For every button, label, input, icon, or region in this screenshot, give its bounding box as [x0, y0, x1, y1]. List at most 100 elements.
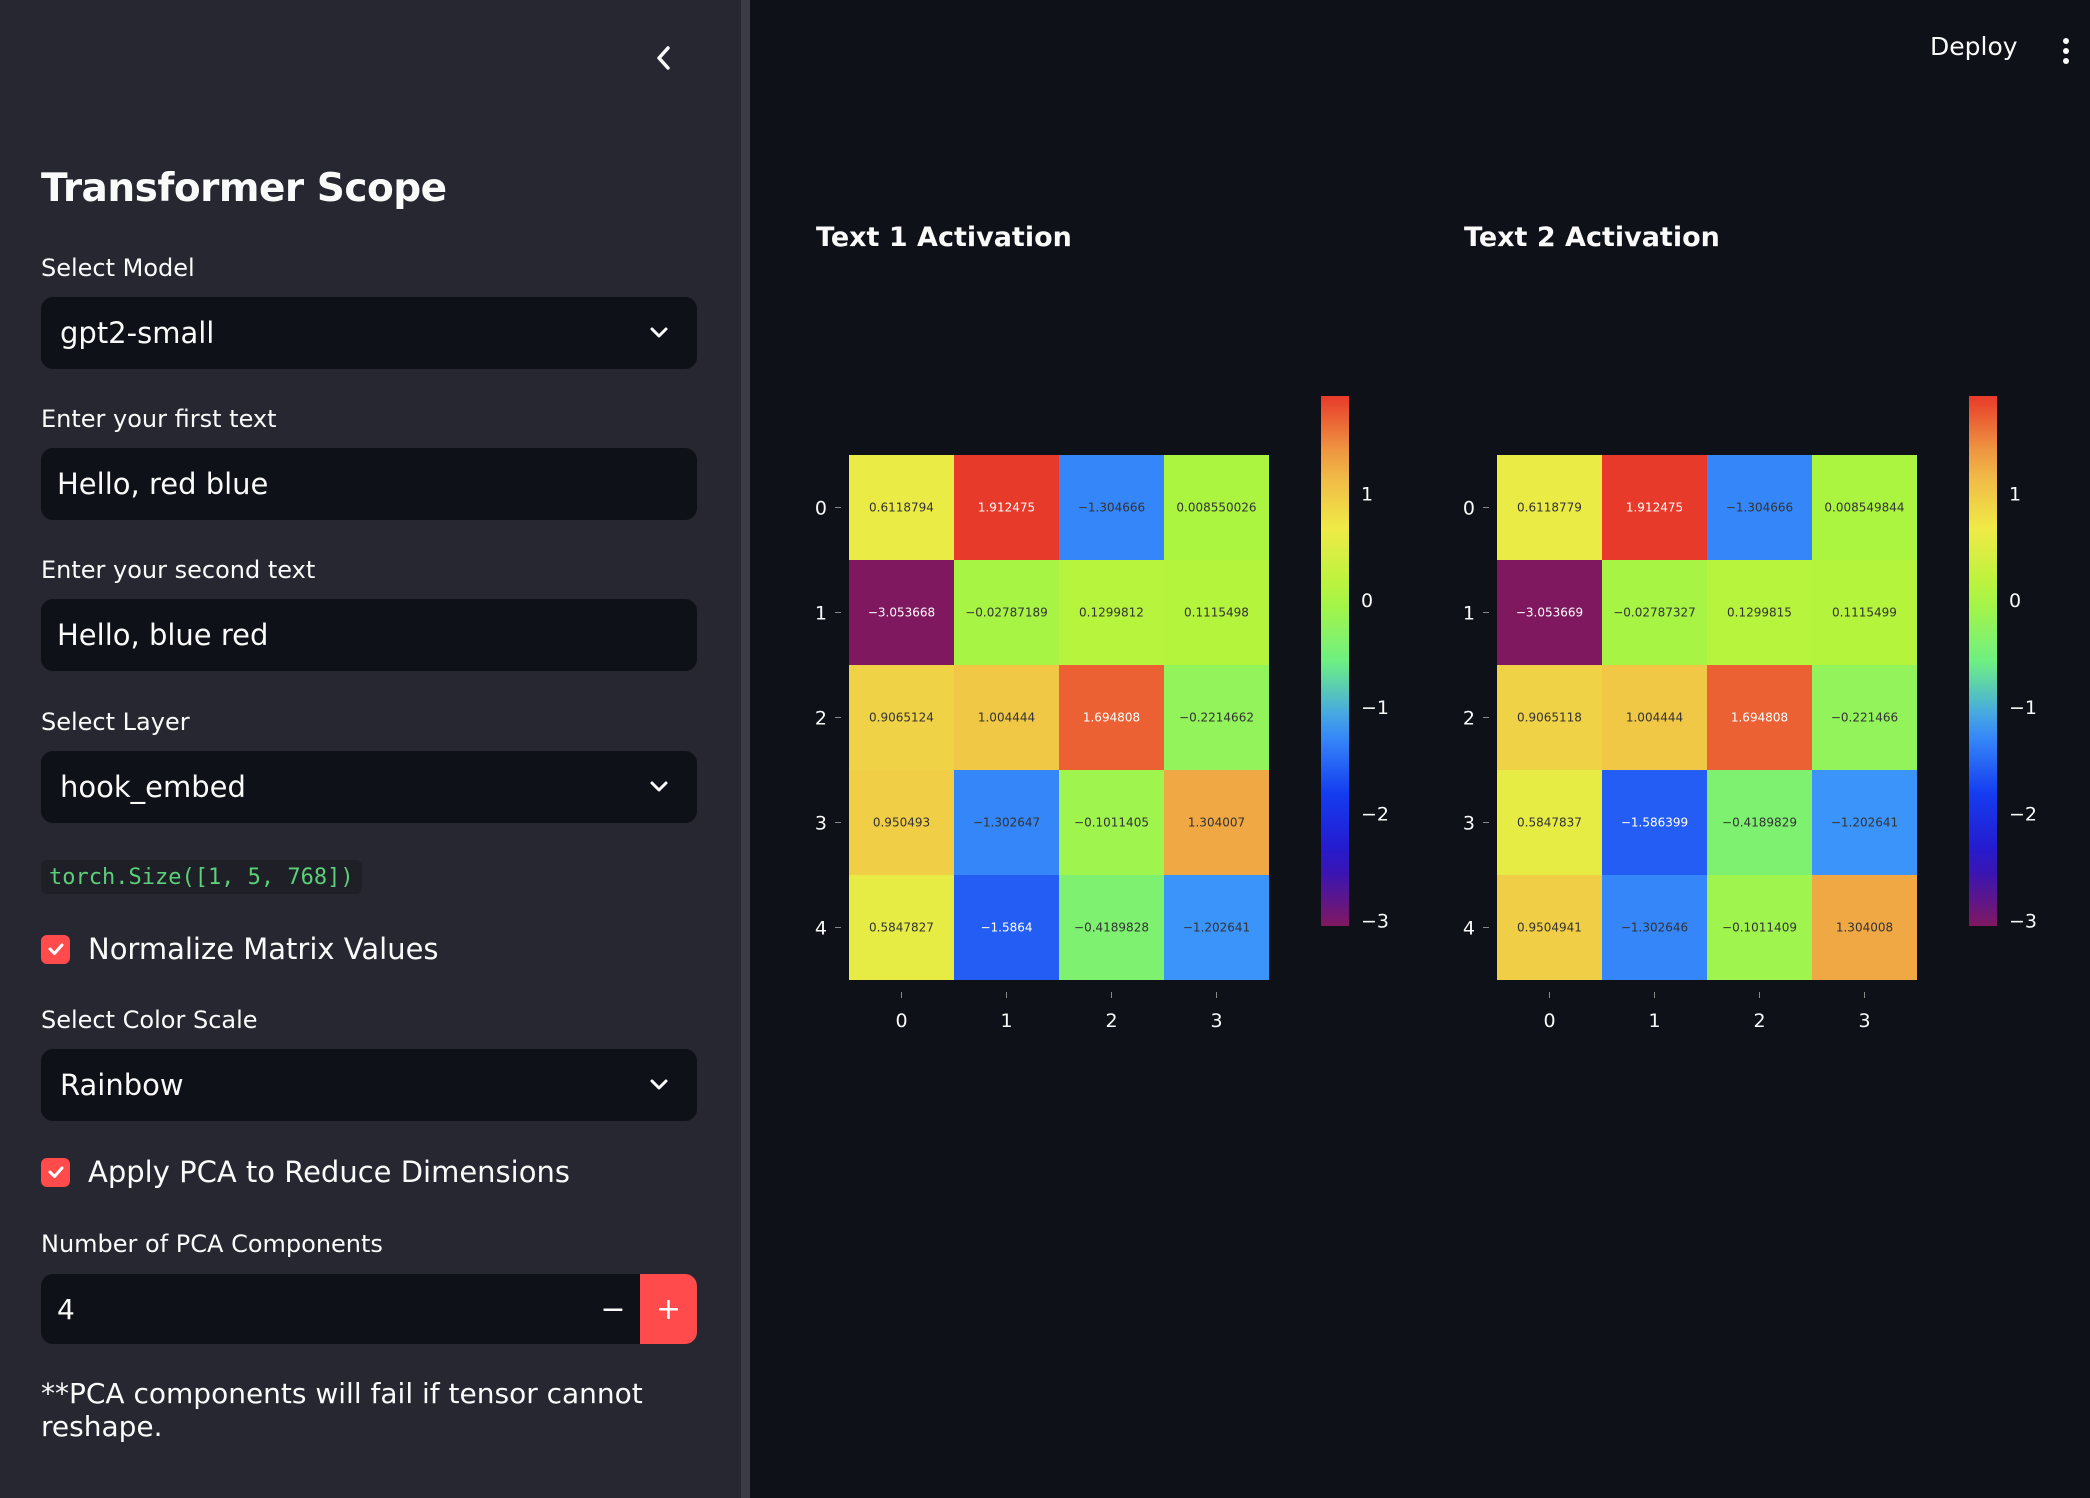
colorbar-tick-label: −2 [2009, 804, 2037, 826]
cell-value-label: −0.4189829 [1722, 816, 1797, 830]
cell-value-label: −0.221466 [1831, 711, 1898, 725]
x-tick-label: 1 [1648, 1010, 1660, 1032]
cell-value-label: 0.008549844 [1824, 501, 1904, 515]
pca-components-input[interactable]: 4 [41, 1274, 586, 1344]
colorbar-tick-label: 0 [1361, 590, 1373, 612]
pca-components-stepper: 4 − + [41, 1274, 697, 1344]
tensor-shape-code: torch.Size([1, 5, 768]) [41, 860, 362, 894]
colorbar-tick-label: −2 [1361, 804, 1389, 826]
cell-value-label: 1.912475 [978, 501, 1035, 515]
model-select-value: gpt2-small [60, 316, 215, 350]
heatmap-text2: 0.6118779 1.912475 −1.304666 0.008549844 −3.… [1463, 396, 2037, 1032]
chevron-down-icon [650, 327, 668, 338]
y-tick-label: 4 [1463, 918, 1475, 940]
cell-value-label: 0.5847827 [869, 921, 934, 935]
colorbar-tick-label: 0 [2009, 590, 2021, 612]
pca-checkbox-row[interactable]: Apply PCA to Reduce Dimensions [41, 1155, 570, 1189]
x-tick-label: 2 [1105, 1010, 1117, 1032]
y-tick-label: 1 [1463, 603, 1475, 625]
heatmap-text1: 0.6118794 1.912475 −1.304666 0.008550026 −3.… [815, 396, 1389, 1032]
x-tick-label: 2 [1753, 1010, 1765, 1032]
model-select[interactable]: gpt2-small [41, 297, 697, 369]
cell-value-label: −0.1011409 [1722, 921, 1797, 935]
text1-input[interactable]: Hello, red blue [41, 448, 697, 520]
x-tick-label: 0 [1543, 1010, 1555, 1032]
cell-value-label: 0.5847837 [1517, 816, 1582, 830]
cell-value-label: 0.6118794 [869, 501, 934, 515]
checkmark-icon [48, 943, 63, 955]
increment-button[interactable]: + [640, 1274, 697, 1344]
y-tick-label: 2 [815, 708, 827, 730]
y-tick-label: 0 [815, 498, 827, 520]
colorscale-label: Select Color Scale [41, 1006, 258, 1034]
app-title: Transformer Scope [41, 166, 447, 211]
chevron-down-icon [650, 1079, 668, 1090]
cell-value-label: 0.1299812 [1079, 606, 1144, 620]
layer-select-value: hook_embed [60, 770, 246, 804]
text2-input[interactable]: Hello, blue red [41, 599, 697, 671]
cell-value-label: 1.004444 [978, 711, 1035, 725]
text1-label: Enter your first text [41, 405, 277, 433]
cell-value-label: 0.008550026 [1176, 501, 1256, 515]
y-tick-label: 0 [1463, 498, 1475, 520]
text1-input-value: Hello, red blue [57, 467, 269, 501]
cell-value-label: −1.304666 [1726, 501, 1793, 515]
pca-components-label: Number of PCA Components [41, 1230, 383, 1258]
layer-select[interactable]: hook_embed [41, 751, 697, 823]
y-tick-label: 3 [815, 813, 827, 835]
cell-value-label: 0.1299815 [1727, 606, 1792, 620]
cell-value-label: −0.2214662 [1179, 711, 1254, 725]
cell-value-label: −1.586399 [1621, 816, 1688, 830]
cell-value-label: 0.1115499 [1832, 606, 1897, 620]
pca-checkbox[interactable] [41, 1157, 70, 1187]
y-tick-label: 2 [1463, 708, 1475, 730]
y-tick-label: 3 [1463, 813, 1475, 835]
deploy-button[interactable]: Deploy [1930, 32, 2018, 61]
x-tick-label: 3 [1210, 1010, 1222, 1032]
kebab-menu-icon [2063, 38, 2069, 44]
y-tick-label: 1 [815, 603, 827, 625]
sidebar-resize-handle[interactable] [741, 0, 750, 1498]
pca-label: Apply PCA to Reduce Dimensions [88, 1155, 570, 1189]
model-label: Select Model [41, 254, 195, 282]
colorscale-select[interactable]: Rainbow [41, 1049, 697, 1121]
cell-value-label: −0.02787189 [965, 606, 1048, 620]
cell-value-label: 0.6118779 [1517, 501, 1582, 515]
cell-value-label: 1.912475 [1626, 501, 1683, 515]
x-tick-label: 1 [1000, 1010, 1012, 1032]
text2-input-value: Hello, blue red [57, 618, 269, 652]
cell-value-label: 1.694808 [1083, 711, 1140, 725]
cell-value-label: 0.1115498 [1184, 606, 1249, 620]
x-tick-label: 0 [895, 1010, 907, 1032]
cell-value-label: 0.9504941 [1517, 921, 1582, 935]
colorbar [1321, 396, 1349, 926]
cell-value-label: 1.694808 [1731, 711, 1788, 725]
decrement-button[interactable]: − [586, 1274, 640, 1344]
colorbar-tick-label: −3 [1361, 910, 1389, 932]
x-tick-label: 3 [1858, 1010, 1870, 1032]
cell-value-label: 1.304008 [1836, 921, 1893, 935]
cell-value-label: −3.053669 [1516, 606, 1583, 620]
pca-components-value: 4 [57, 1292, 75, 1326]
cell-value-label: 0.9065124 [869, 711, 934, 725]
main-menu-button[interactable] [2052, 34, 2080, 68]
layer-label: Select Layer [41, 708, 190, 736]
cell-value-label: −0.02787327 [1613, 606, 1696, 620]
cell-value-label: −1.304666 [1078, 501, 1145, 515]
cell-value-label: −0.4189828 [1074, 921, 1149, 935]
cell-value-label: 1.004444 [1626, 711, 1683, 725]
cell-value-label: −0.1011405 [1074, 816, 1149, 830]
y-tick-label: 4 [815, 918, 827, 940]
normalize-checkbox[interactable] [41, 934, 70, 964]
checkmark-icon [48, 1166, 63, 1178]
collapse-sidebar-button[interactable] [648, 40, 680, 76]
chevron-down-icon [650, 781, 668, 792]
cell-value-label: 0.950493 [873, 816, 930, 830]
normalize-checkbox-row[interactable]: Normalize Matrix Values [41, 932, 439, 966]
sidebar: Transformer Scope Select Model gpt2-smal… [0, 0, 741, 1498]
cell-value-label: −3.053668 [868, 606, 935, 620]
normalize-label: Normalize Matrix Values [88, 932, 439, 966]
cell-value-label: 1.304007 [1188, 816, 1245, 830]
chart-title-1: Text 1 Activation [816, 222, 1072, 253]
colorscale-select-value: Rainbow [60, 1068, 184, 1102]
